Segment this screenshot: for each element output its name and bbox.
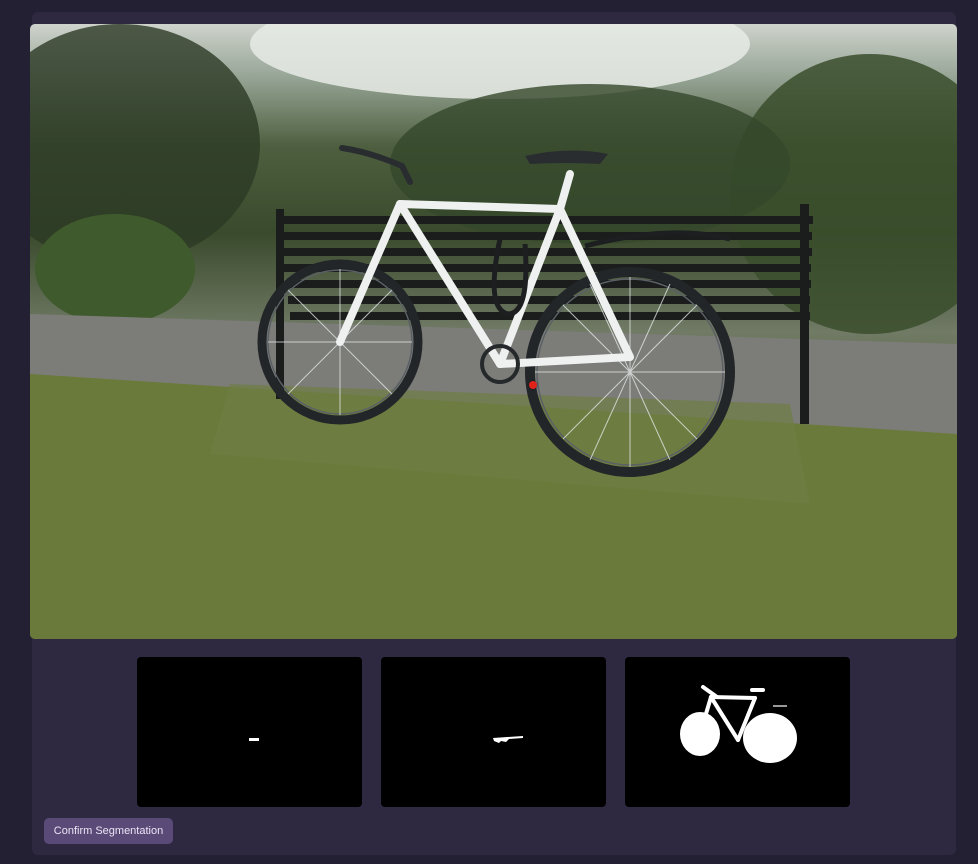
mask-option-full-bicycle[interactable] bbox=[625, 657, 850, 807]
mask-preview-full-bicycle bbox=[680, 685, 797, 763]
mask-option-medium[interactable] bbox=[381, 657, 606, 807]
click-point-marker[interactable] bbox=[529, 381, 537, 389]
mask-preview-small bbox=[249, 738, 259, 741]
scene-photo bbox=[30, 24, 957, 639]
mask-preview-medium bbox=[493, 736, 523, 743]
confirm-segmentation-button[interactable]: Confirm Segmentation bbox=[44, 818, 173, 844]
image-viewer[interactable] bbox=[30, 24, 957, 639]
mask-option-small[interactable] bbox=[137, 657, 362, 807]
mask-candidates bbox=[137, 657, 851, 807]
